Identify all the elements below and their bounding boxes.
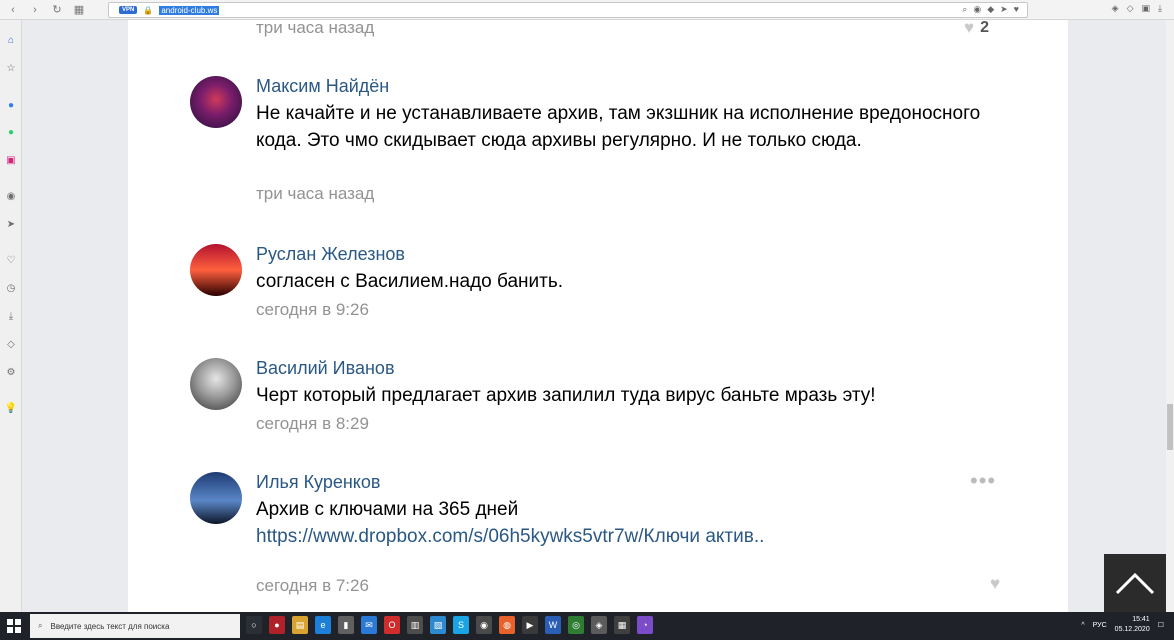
like-button[interactable]: ♥ [990,574,1000,594]
vpn-badge[interactable]: VPN [119,6,138,14]
download-icon[interactable]: ⤓ [3,308,19,324]
search-icon[interactable]: ⌕ [962,4,967,15]
clock[interactable]: 15:41 05.12.2020 [1115,615,1150,635]
word-icon[interactable]: W [545,616,561,634]
heart-icon[interactable]: ♥ [1014,4,1019,15]
scrollbar-thumb[interactable] [1167,404,1173,450]
avatar[interactable] [190,76,242,128]
scroll-to-top-button[interactable] [1104,554,1166,612]
folder-icon[interactable]: ▤ [292,616,308,634]
taskbar-apps: ○ ● ▤ e ▮ ✉ O ▥ ▧ S ◉ ◍ ▶ W ◎ ◈ ▦ ◔ [246,616,653,634]
clock-date: 05.12.2020 [1114,626,1150,633]
heart-icon: ♥ [964,18,975,37]
cube-icon[interactable]: ◇ [1127,3,1134,14]
comment-text: согласен с Василием.надо банить. [256,271,564,292]
clock-icon[interactable]: ◷ [3,280,19,296]
home-icon[interactable]: ⌂ [3,32,19,48]
comment-author[interactable]: Илья Куренков [256,472,380,493]
media-icon[interactable]: ▶ [522,616,538,634]
comment-text: Не качайте и не устанавливаете архив, та… [256,103,981,151]
calculator-icon[interactable]: ▦ [614,616,630,634]
back-icon[interactable]: ‹ [4,1,22,19]
notifications-icon[interactable]: ☐ [1158,621,1164,629]
comment-text: Черт который предлагает архив запилил ту… [256,385,876,406]
heart-icon[interactable]: ♡ [3,252,19,268]
viber-icon[interactable]: ◔ [637,616,653,634]
grid-icon[interactable]: ▦ [70,1,88,19]
url-text[interactable]: android-club.ws [159,5,220,15]
extension-icon[interactable]: ◈ [1112,3,1119,14]
camera-icon[interactable]: ◉ [476,616,492,634]
firefox-icon[interactable]: ◍ [499,616,515,634]
mail-icon[interactable]: ✉ [361,616,377,634]
store-icon[interactable]: ▥ [407,616,423,634]
like-button[interactable]: ♥ 2 [964,18,989,38]
comment-time[interactable]: сегодня в 7:26 [256,576,369,596]
comment-time[interactable]: сегодня в 9:26 [256,300,369,320]
language-indicator[interactable]: РУС [1093,622,1107,629]
avatar[interactable] [190,472,242,524]
instagram-icon[interactable]: ▣ [3,152,19,168]
windows-start-icon[interactable] [0,612,28,640]
chevron-up-icon [1115,572,1155,595]
taskbar-search[interactable]: ⌕ Введите здесь текст для поиска [30,614,240,638]
taskbar-search-placeholder: Введите здесь текст для поиска [50,621,170,631]
lock-icon: 🔒 [143,5,154,15]
browser-toolbar: ‹ › ↻ ▦ VPN 🔒 android-club.ws ⌕ ◉ ◆ ➤ ♥ … [0,0,1174,20]
task-view-icon[interactable]: ○ [246,616,262,634]
opera-icon[interactable]: O [384,616,400,634]
search-icon: ⌕ [38,621,43,630]
comment-text: Архив с ключами на 365 дней https://www.… [256,496,1016,550]
send-icon[interactable]: ➤ [1000,4,1008,15]
tips-icon[interactable]: 💡 [3,400,19,416]
comment-author[interactable]: Василий Иванов [256,358,395,379]
like-count: 2 [980,19,989,36]
forward-icon[interactable]: › [26,1,44,19]
download-icon[interactable]: ⤓ [1158,3,1162,14]
messenger-icon[interactable]: ● [3,97,19,113]
address-icons: ⌕ ◉ ◆ ➤ ♥ [962,4,1019,15]
skype-icon[interactable]: S [453,616,469,634]
edge-icon[interactable]: e [315,616,331,634]
chrome-icon[interactable]: ◎ [568,616,584,634]
app-icon[interactable]: ◈ [591,616,607,634]
play-icon[interactable]: ◉ [3,188,19,204]
send-icon[interactable]: ➤ [3,216,19,232]
clock-time: 15:41 [1132,616,1150,623]
photos-icon[interactable]: ▧ [430,616,446,634]
comments-card: три часа назад ♥ 2 Максим Найдён Не кача… [128,18,1068,612]
avatar[interactable] [190,244,242,296]
extension-icons: ◈ ◇ ▣ ⤓ [1112,3,1162,14]
dropbox-link[interactable]: https://www.dropbox.com/s/06h5kywks5vtr7… [256,523,1016,550]
heart-icon: ♥ [990,574,1001,593]
settings-icon[interactable]: ⚙ [3,364,19,380]
comment-author[interactable]: Максим Найдён [256,76,389,97]
app-icon[interactable]: ● [269,616,285,634]
whatsapp-icon[interactable]: ● [3,124,19,140]
tray-arrow-icon[interactable]: ^ [1081,622,1084,629]
camera-icon[interactable]: ◉ [973,4,981,15]
comment-time: три часа назад [256,18,375,37]
reload-icon[interactable]: ↻ [48,1,66,19]
taskbar: ⌕ Введите здесь текст для поиска ○ ● ▤ e… [0,612,1174,640]
address-bar[interactable]: VPN 🔒 android-club.ws ⌕ ◉ ◆ ➤ ♥ [108,2,1028,18]
comment-time[interactable]: три часа назад [256,184,374,204]
page-scrollbar[interactable] [1166,20,1174,612]
box-icon[interactable]: ◇ [3,336,19,352]
page-background: три часа назад ♥ 2 Максим Найдён Не кача… [22,18,1166,612]
browser-sidebar: ⌂ ☆ ● ● ▣ ◉ ➤ ♡ ◷ ⤓ ◇ ⚙ 💡 [0,20,22,612]
comment-time[interactable]: сегодня в 8:29 [256,414,369,434]
more-options-icon[interactable]: ••• [970,468,996,494]
avatar[interactable] [190,358,242,410]
comment-author[interactable]: Руслан Железнов [256,244,405,265]
app-icon[interactable]: ▮ [338,616,354,634]
shield-icon[interactable]: ◆ [987,4,994,15]
star-icon[interactable]: ☆ [3,60,19,76]
wallet-icon[interactable]: ▣ [1142,3,1151,14]
system-tray: ^ РУС 15:41 05.12.2020 ☐ [1081,615,1164,635]
comment-text-line: Архив с ключами на 365 дней [256,499,519,520]
